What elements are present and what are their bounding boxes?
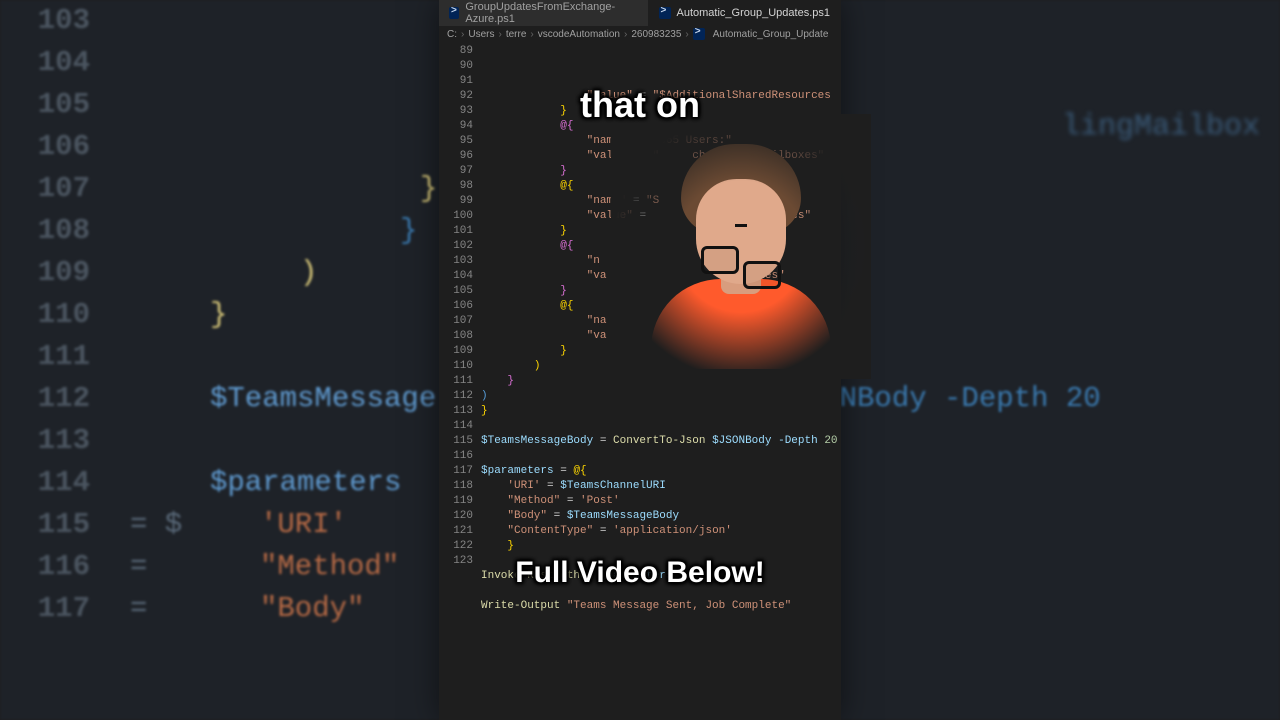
- line-number: 99: [439, 194, 473, 209]
- line-number: 115: [439, 434, 473, 449]
- powershell-icon: [693, 28, 705, 40]
- line-number: 102: [439, 239, 473, 254]
- line-number: 117: [439, 464, 473, 479]
- line-number: 105: [439, 284, 473, 299]
- line-number: 103: [439, 254, 473, 269]
- line-number: 100: [439, 209, 473, 224]
- editor-tab[interactable]: GroupUpdatesFromExchange-Azure.ps1: [439, 0, 649, 26]
- code-line[interactable]: }: [481, 404, 841, 419]
- code-line[interactable]: Write-Output "Teams Message Sent, Job Co…: [481, 599, 841, 614]
- breadcrumb-segment[interactable]: C:: [447, 29, 457, 40]
- line-number: 112: [439, 389, 473, 404]
- line-number: 114: [439, 419, 473, 434]
- code-line[interactable]: }: [481, 539, 841, 554]
- code-line[interactable]: $parameters = @{: [481, 464, 841, 479]
- code-line[interactable]: }: [481, 164, 841, 179]
- chevron-right-icon: ›: [461, 29, 464, 40]
- code-area[interactable]: "value" = "$AdditionalSharedResources } …: [481, 44, 841, 614]
- code-line[interactable]: ): [481, 389, 841, 404]
- chevron-right-icon: ›: [498, 29, 501, 40]
- line-number: 110: [439, 359, 473, 374]
- line-number: 107: [439, 314, 473, 329]
- line-number: 96: [439, 149, 473, 164]
- code-line[interactable]: "value" = aredMailboxes": [481, 209, 841, 224]
- line-number: 97: [439, 164, 473, 179]
- line-number: 116: [439, 449, 473, 464]
- line-number: 113: [439, 404, 473, 419]
- background-code-right: lingMailbox: [1062, 110, 1260, 144]
- powershell-icon: [449, 7, 459, 19]
- code-line[interactable]: }: [481, 344, 841, 359]
- line-number: 98: [439, 179, 473, 194]
- code-line[interactable]: "Body" = $TeamsMessageBody: [481, 509, 841, 524]
- caption-top: that on: [439, 84, 841, 126]
- line-number: 122: [439, 539, 473, 554]
- code-line[interactable]: "va lingMailbox: [481, 329, 841, 344]
- code-line[interactable]: "va ilboxes": [481, 269, 841, 284]
- code-line[interactable]: "name" = "M365 Users:": [481, 134, 841, 149]
- code-line[interactable]: $TeamsMessageBody = ConvertTo-Json $JSON…: [481, 434, 841, 449]
- chevron-right-icon: ›: [685, 29, 688, 40]
- breadcrumb-segment[interactable]: terre: [506, 29, 527, 40]
- code-line[interactable]: "n: [481, 254, 841, 269]
- breadcrumb-segment[interactable]: Automatic_Group_Update: [713, 29, 829, 40]
- breadcrumb-segment[interactable]: Users: [468, 29, 494, 40]
- code-line[interactable]: "value" = " changeUserMailboxes": [481, 149, 841, 164]
- tab-label: Automatic_Group_Updates.ps1: [677, 7, 830, 19]
- editor-tab[interactable]: Automatic_Group_Updates.ps1: [649, 0, 841, 26]
- line-number: 104: [439, 269, 473, 284]
- line-number: 90: [439, 59, 473, 74]
- code-line[interactable]: "ContentType" = 'application/json': [481, 524, 841, 539]
- code-line[interactable]: @{: [481, 299, 841, 314]
- line-number: 111: [439, 374, 473, 389]
- chevron-right-icon: ›: [530, 29, 533, 40]
- line-number: 121: [439, 524, 473, 539]
- tab-label: GroupUpdatesFromExchange-Azure.ps1: [465, 1, 637, 25]
- caption-bottom: Full Video Below!: [439, 556, 841, 590]
- code-editor-panel: GroupUpdatesFromExchange-Azure.ps1 Automa…: [439, 0, 841, 720]
- code-line[interactable]: "Method" = 'Post': [481, 494, 841, 509]
- line-number: 119: [439, 494, 473, 509]
- powershell-icon: [659, 7, 671, 19]
- line-number: 95: [439, 134, 473, 149]
- line-number: 89: [439, 44, 473, 59]
- code-line[interactable]: @{: [481, 179, 841, 194]
- code-line[interactable]: }: [481, 224, 841, 239]
- breadcrumb-segment[interactable]: vscodeAutomation: [538, 29, 620, 40]
- code-line[interactable]: }: [481, 374, 841, 389]
- line-number: 108: [439, 329, 473, 344]
- code-line[interactable]: [481, 419, 841, 434]
- line-number: 101: [439, 224, 473, 239]
- code-line[interactable]: }: [481, 284, 841, 299]
- line-number: 120: [439, 509, 473, 524]
- line-number: 118: [439, 479, 473, 494]
- code-line[interactable]: @{: [481, 239, 841, 254]
- code-line[interactable]: 'URI' = $TeamsChannelURI: [481, 479, 841, 494]
- tab-bar: GroupUpdatesFromExchange-Azure.ps1 Automa…: [439, 0, 841, 26]
- code-editor[interactable]: 8990919293949596979899100101102103104105…: [439, 42, 841, 614]
- breadcrumb-segment[interactable]: 260983235: [631, 29, 681, 40]
- code-line[interactable]: [481, 449, 841, 464]
- code-line[interactable]: ): [481, 359, 841, 374]
- breadcrumb[interactable]: C:›Users›terre›vscodeAutomation›26098323…: [439, 26, 841, 42]
- code-line[interactable]: "na s:": [481, 314, 841, 329]
- chevron-right-icon: ›: [624, 29, 627, 40]
- line-number-gutter: 8990919293949596979899100101102103104105…: [439, 44, 481, 614]
- line-number: 109: [439, 344, 473, 359]
- code-line[interactable]: "name" = "S ilboxes:": [481, 194, 841, 209]
- line-number: 106: [439, 299, 473, 314]
